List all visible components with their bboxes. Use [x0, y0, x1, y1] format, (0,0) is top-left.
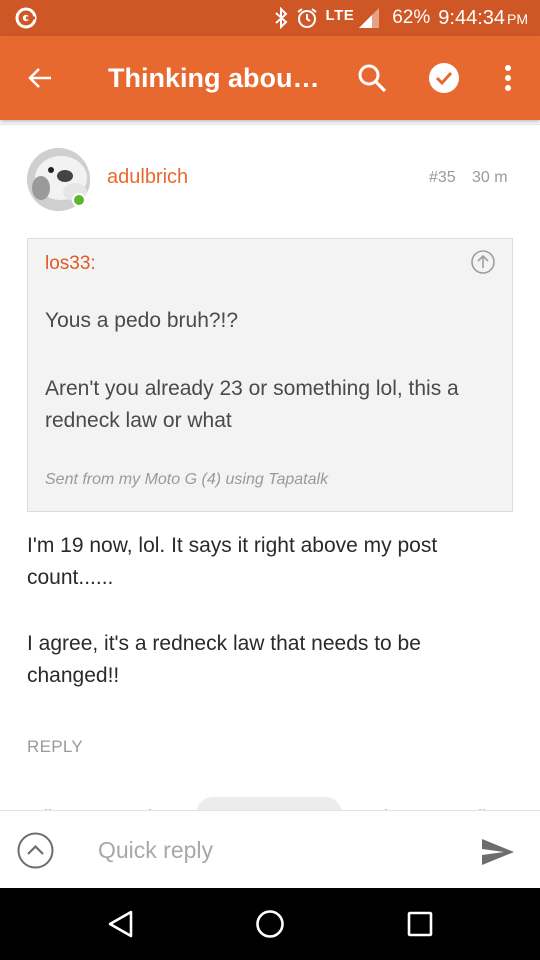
post-body-text: I'm 19 now, lol. It says it right above …	[27, 534, 438, 589]
chevron-up-icon[interactable]	[17, 832, 54, 869]
search-icon[interactable]	[352, 58, 392, 98]
send-icon[interactable]	[480, 837, 516, 867]
post-content: adulbrich #35 30 m los33: Yous a pedo br…	[0, 120, 540, 810]
back-triangle-icon[interactable]	[102, 906, 138, 942]
app-bar: Thinking abou…	[0, 36, 540, 120]
signal-icon	[358, 7, 380, 29]
quote-text: Aren't you already 23 or something lol, …	[45, 377, 459, 432]
alarm-icon	[296, 7, 318, 29]
tapatalk-notification-icon	[14, 6, 38, 30]
post-body-text: I agree, it's a redneck law that needs t…	[27, 632, 421, 687]
last-page-icon[interactable]: »	[478, 802, 488, 810]
system-nav-bar	[0, 888, 540, 960]
clock-time: 9:44:34 PM	[438, 6, 528, 29]
first-page-icon[interactable]: «	[42, 802, 52, 810]
post-author[interactable]: adulbrich	[107, 166, 188, 189]
post-time: 30 m	[472, 169, 508, 186]
arrow-up-circle-icon[interactable]	[470, 249, 496, 275]
bluetooth-icon	[274, 7, 288, 29]
status-bar: LTE 62% 9:44:34 PM	[0, 0, 540, 36]
quote-author[interactable]: los33:	[45, 253, 96, 275]
thread-title: Thinking abou…	[108, 63, 320, 93]
quick-reply-bar	[0, 810, 540, 888]
quote-block: los33: Yous a pedo bruh?!? Aren't you al…	[27, 238, 513, 512]
quote-text: Yous a pedo bruh?!?	[45, 309, 239, 332]
prev-page-icon[interactable]: ‹	[146, 802, 152, 810]
recents-square-icon[interactable]	[402, 906, 438, 942]
quote-signature: Sent from my Moto G (4) using Tapatalk	[45, 471, 329, 488]
home-circle-icon[interactable]	[252, 906, 288, 942]
page-indicator[interactable]	[196, 797, 342, 810]
check-circle-icon[interactable]	[424, 58, 464, 98]
reply-button[interactable]: REPLY	[27, 737, 83, 757]
network-type: LTE	[325, 6, 355, 24]
quick-reply-input[interactable]	[98, 833, 458, 867]
pagination-bar: « ‹ › »	[0, 792, 540, 810]
online-status-dot	[72, 193, 86, 207]
post-number: #35	[429, 169, 456, 186]
battery-percent: 62%	[392, 7, 431, 28]
divider	[0, 124, 540, 125]
overflow-menu-icon[interactable]	[488, 58, 528, 98]
next-page-icon[interactable]: ›	[384, 802, 390, 810]
back-arrow-icon[interactable]	[20, 58, 60, 98]
